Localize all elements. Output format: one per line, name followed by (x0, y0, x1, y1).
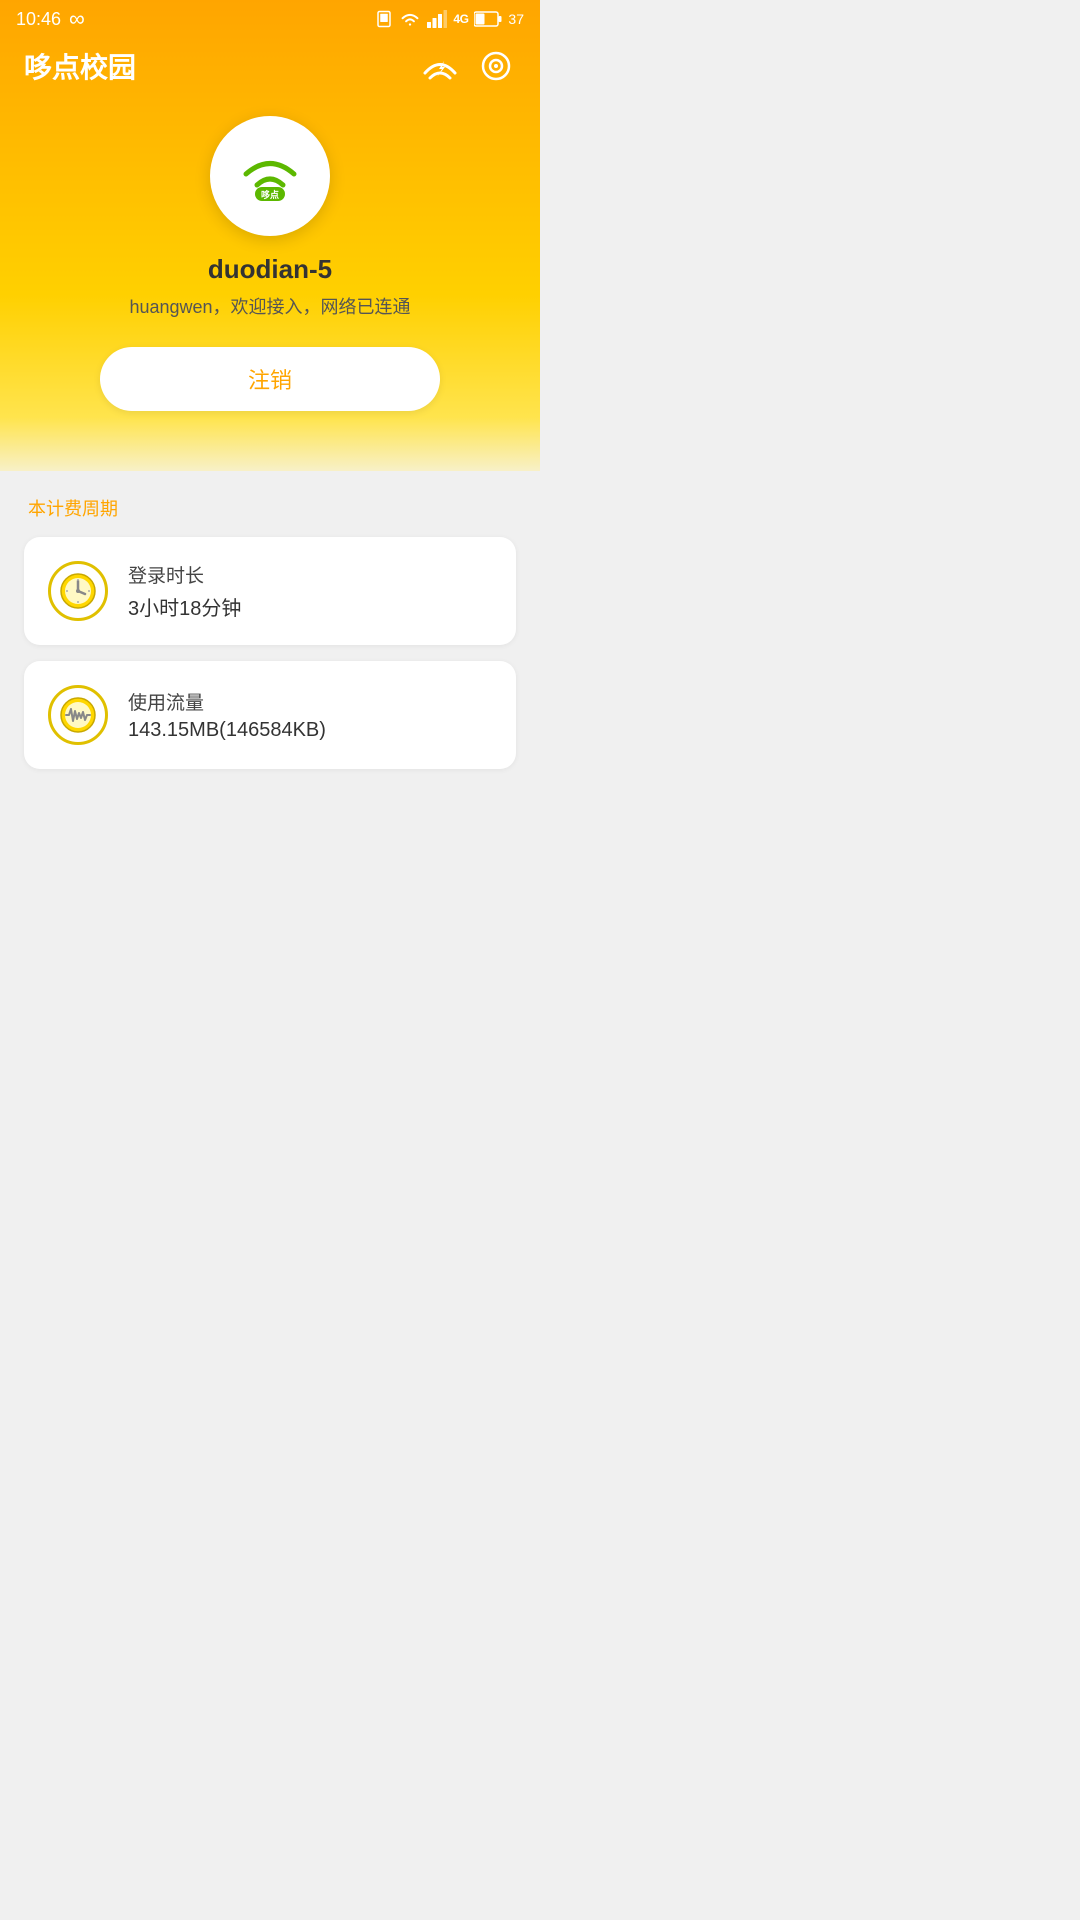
status-left: 10:46 ∞ (16, 6, 85, 32)
traffic-icon (59, 696, 97, 734)
battery-icon (474, 11, 502, 27)
login-duration-info: 登录时长 3小时18分钟 (128, 561, 241, 621)
status-right: 4G 37 (375, 10, 524, 28)
signal-icon (427, 10, 447, 28)
traffic-usage-title: 使用流量 (128, 688, 326, 715)
wifi-status-icon (399, 10, 421, 28)
top-nav: 哆点校园 (0, 36, 540, 106)
header-area: 10:46 ∞ (0, 0, 540, 491)
stats-section: 本计费周期 登录时长 3小 (0, 471, 540, 825)
billing-label: 本计费周期 (24, 495, 516, 521)
scan-icon (479, 49, 513, 83)
nav-icons (420, 46, 516, 86)
wifi-logo-svg: 哆点 (230, 141, 310, 211)
svg-text:哆点: 哆点 (261, 189, 279, 200)
welcome-text: huangwen，欢迎接入，网络已连通 (129, 293, 410, 319)
traffic-usage-value: 143.15MB(146584KB) (128, 719, 326, 742)
logo-section: 哆点 duodian-5 huangwen，欢迎接入，网络已连通 注销 (0, 106, 540, 431)
login-duration-title: 登录时长 (128, 561, 241, 588)
login-duration-value: 3小时18分钟 (128, 592, 241, 621)
scan-button[interactable] (476, 46, 516, 86)
traffic-usage-card: 使用流量 143.15MB(146584KB) (24, 661, 516, 769)
status-bar: 10:46 ∞ (0, 0, 540, 36)
login-duration-card: 登录时长 3小时18分钟 (24, 537, 516, 645)
clock-icon (59, 572, 97, 610)
app-title: 哆点校园 (24, 46, 136, 86)
infinity-icon: ∞ (69, 6, 85, 32)
network-type: 4G (453, 12, 468, 26)
battery-level: 37 (508, 11, 524, 27)
phone-icon (375, 10, 393, 28)
ssid-name: duodian-5 (208, 254, 332, 285)
app-logo: 哆点 (210, 116, 330, 236)
wifi-speed-button[interactable] (420, 46, 460, 86)
time-display: 10:46 (16, 9, 61, 30)
wifi-speed-icon (421, 51, 459, 81)
app-container: 10:46 ∞ (0, 0, 540, 825)
traffic-icon-circle (48, 685, 108, 745)
traffic-usage-info: 使用流量 143.15MB(146584KB) (128, 688, 326, 742)
cancel-button[interactable]: 注销 (100, 347, 440, 411)
clock-icon-circle (48, 561, 108, 621)
